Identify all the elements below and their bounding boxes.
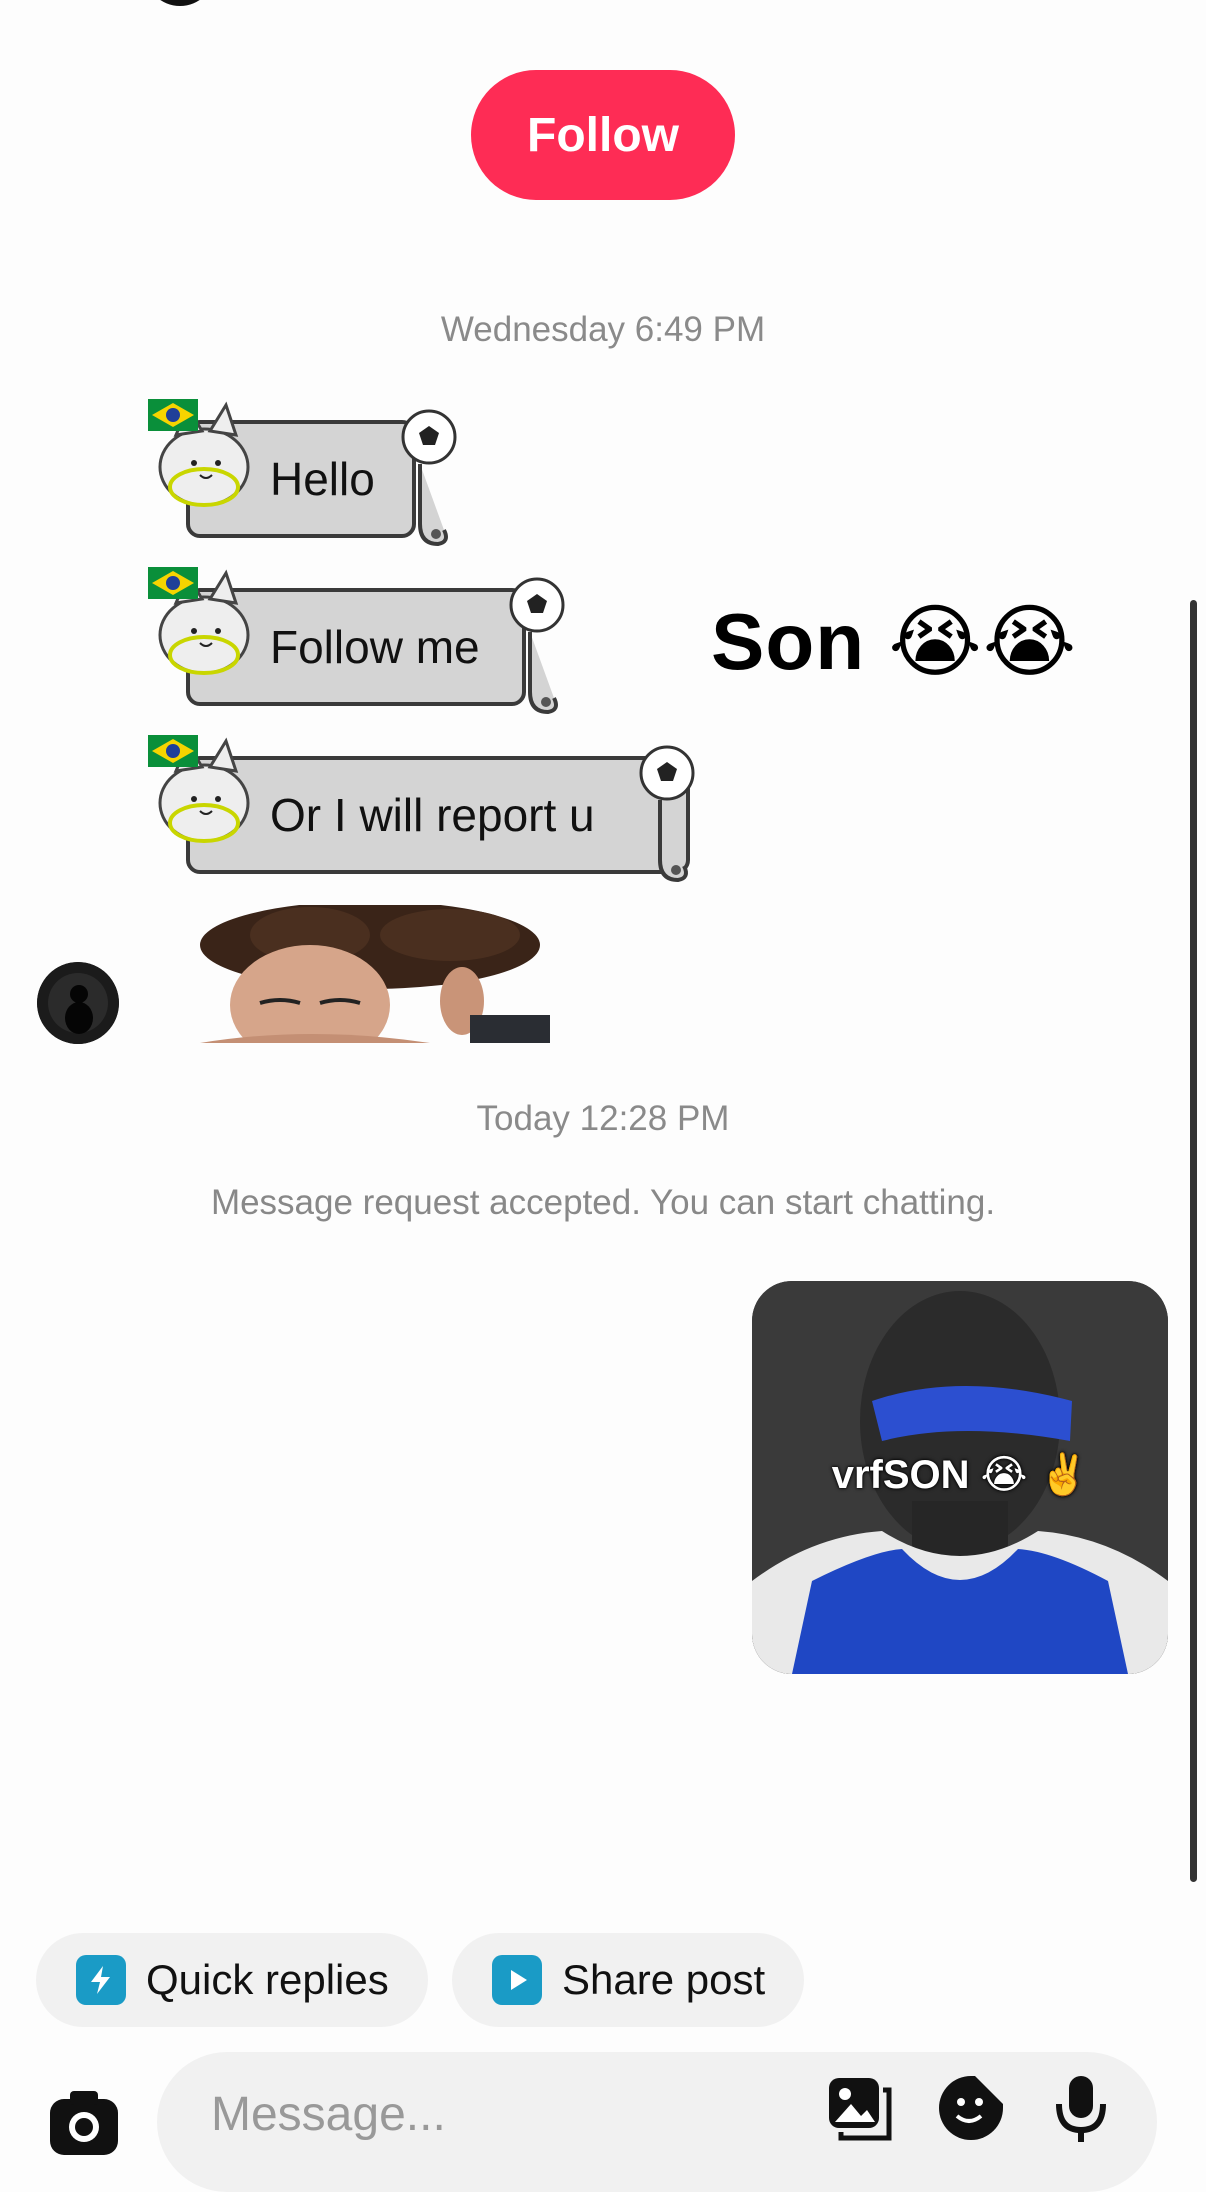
sticker-text: Follow me (270, 621, 480, 673)
sticker-icon[interactable] (937, 2074, 1005, 2142)
quick-replies-label: Quick replies (146, 1956, 389, 2003)
soccer-ball-icon (639, 745, 695, 801)
follow-button[interactable]: Follow (471, 70, 735, 200)
face-sticker[interactable] (190, 905, 550, 1043)
sent-image-message[interactable]: vrfSON 😭 ✌️ (752, 1281, 1168, 1674)
message-request-accepted-notice: Message request accepted. You can start … (210, 1183, 996, 1222)
share-post-button[interactable]: Share post (452, 1933, 804, 2027)
cat-sticker-icon (148, 567, 250, 675)
gallery-icon[interactable] (825, 2074, 893, 2142)
scroll-curl-icon (528, 632, 558, 715)
timestamp-wednesday: Wednesday 6:49 PM (440, 310, 766, 349)
side-text-son: Son 😭😭 (711, 597, 1078, 686)
top-avatar-peek (145, 0, 215, 6)
message-composer (157, 2052, 1157, 2192)
camera-icon[interactable] (48, 2085, 120, 2157)
timestamp-today: Today 12:28 PM (476, 1099, 730, 1138)
sticker-text: Hello (270, 453, 375, 505)
soccer-ball-icon (401, 409, 457, 465)
quick-replies-button[interactable]: Quick replies (36, 1933, 428, 2027)
play-icon (492, 1955, 542, 2005)
microphone-icon[interactable] (1047, 2074, 1115, 2142)
scrollbar[interactable] (1190, 600, 1197, 1882)
sticker-text: Or I will report u (270, 789, 595, 841)
soccer-ball-icon (509, 577, 565, 633)
image-caption: vrfSON 😭 ✌️ (831, 1453, 1089, 1497)
lightning-icon (76, 1955, 126, 2005)
share-post-label: Share post (562, 1956, 766, 2003)
scroll-curl-icon (418, 464, 448, 547)
scroll-curl-icon (658, 800, 688, 883)
cat-sticker-icon (148, 399, 250, 507)
message-input[interactable] (209, 2078, 773, 2150)
cat-sticker-icon (148, 735, 250, 843)
sender-avatar[interactable] (37, 962, 119, 1044)
